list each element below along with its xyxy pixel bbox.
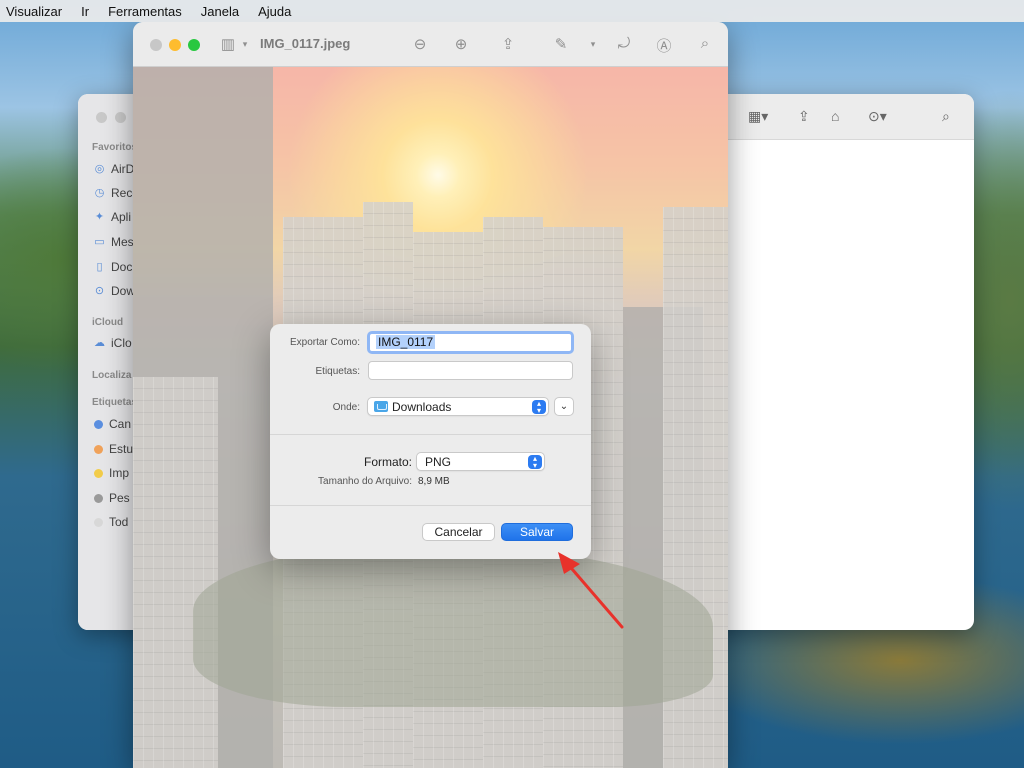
export-dialog: Exportar Como: IMG_0117 Etiquetas: Onde:… <box>270 324 591 559</box>
menu-ferramentas[interactable]: Ferramentas <box>108 4 182 19</box>
folder-icon <box>374 401 388 412</box>
where-label: Onde: <box>332 402 360 413</box>
window-controls <box>150 39 200 51</box>
search-icon[interactable]: ⌕ <box>942 108 950 125</box>
tags-label: Etiquetas: <box>315 366 360 377</box>
preview-toolbar: ▥ ▾ IMG_0117.jpeg ⊖ ⊕ ⇪ ✎ ▾ ⤾ Ⓐ ⌕ <box>133 22 728 67</box>
menu-janela[interactable]: Janela <box>201 4 239 19</box>
close-icon[interactable] <box>96 112 107 123</box>
where-dropdown[interactable]: Downloads ▴ ▾ <box>367 397 549 416</box>
tag-color-dot <box>94 444 103 454</box>
filesize-label: Tamanho do Arquivo: <box>318 476 412 487</box>
zoom-in-icon[interactable]: ⊕ <box>452 35 470 53</box>
popup-arrows-icon: ▴ ▾ <box>532 400 546 415</box>
document-icon: ▯ <box>96 260 103 273</box>
minimize-icon[interactable] <box>115 112 126 123</box>
applications-icon: ✦ <box>94 210 105 223</box>
divider <box>270 505 591 506</box>
chevron-down-icon[interactable]: ▾ <box>236 39 254 50</box>
sidebar-item-applications[interactable]: ✦ Apli <box>94 210 131 224</box>
tag-color-dot <box>94 468 103 478</box>
format-dropdown[interactable]: PNG ▴ ▾ <box>416 452 545 471</box>
cancel-button[interactable]: Cancelar <box>422 523 495 541</box>
desktop-icon: ▭ <box>94 235 105 248</box>
sidebar-item-airdrop[interactable]: ◎ AirD <box>94 162 135 176</box>
close-icon[interactable] <box>150 39 162 51</box>
where-value: Downloads <box>392 400 452 414</box>
menu-ajuda[interactable]: Ajuda <box>258 4 291 19</box>
chevron-down-icon[interactable]: ▾ <box>584 39 602 50</box>
tags-field[interactable] <box>368 361 573 380</box>
share-icon[interactable]: ⇪ <box>499 35 517 53</box>
divider <box>270 434 591 435</box>
sidebar-icon[interactable]: ▥ <box>219 35 237 53</box>
sidebar-tag-item[interactable]: Tod <box>94 515 128 529</box>
export-as-field[interactable]: IMG_0117 <box>367 331 574 354</box>
cloud-icon: ☁ <box>94 336 105 349</box>
clock-icon: ◷ <box>94 186 105 199</box>
more-actions-icon[interactable]: ⊙▾ <box>868 108 887 125</box>
zoom-icon[interactable] <box>188 39 200 51</box>
sidebar-item-downloads[interactable]: ⊙ Dow <box>94 284 135 298</box>
sidebar-section-icloud: iCloud <box>92 317 124 328</box>
download-icon: ⊙ <box>94 284 105 297</box>
menu-bar: Visualizar Ir Ferramentas Janela Ajuda <box>0 0 1024 22</box>
export-as-label: Exportar Como: <box>289 337 360 348</box>
view-options-icon[interactable]: ▦▾ <box>748 108 768 125</box>
tag-icon[interactable]: ⌂ <box>831 108 839 124</box>
menu-ir[interactable]: Ir <box>81 4 89 19</box>
rotate-icon[interactable]: ⤾ <box>615 35 633 52</box>
airdrop-icon: ◎ <box>94 162 105 175</box>
sidebar-item-icloud-drive[interactable]: ☁ iClo <box>94 336 132 350</box>
sidebar-section-locations: Localiza <box>92 370 132 381</box>
filesize-value: 8,9 MB <box>418 476 450 487</box>
search-icon[interactable]: ⌕ <box>696 35 714 52</box>
menu-visualizar[interactable]: Visualizar <box>6 4 62 19</box>
sidebar-item-desktop[interactable]: ▭ Mes <box>94 235 133 249</box>
sidebar-tag-item[interactable]: Estu <box>94 442 133 456</box>
sidebar-item-documents[interactable]: ▯ Doc <box>94 260 132 274</box>
pencil-icon[interactable]: ✎ <box>552 35 570 53</box>
tag-color-dot <box>94 517 103 527</box>
format-label: Formato: <box>363 455 412 469</box>
zoom-out-icon[interactable]: ⊖ <box>411 35 429 53</box>
share-icon[interactable]: ⇪ <box>798 108 810 125</box>
sidebar-section-favorites: Favoritos <box>92 142 138 153</box>
minimize-icon[interactable] <box>169 39 181 51</box>
expand-button[interactable]: ⌄ <box>554 397 574 416</box>
sidebar-tag-item[interactable]: Imp <box>94 466 129 480</box>
sidebar-tag-item[interactable]: Can <box>94 417 131 431</box>
markup-icon[interactable]: Ⓐ <box>655 35 673 56</box>
save-button[interactable]: Salvar <box>501 523 573 541</box>
popup-arrows-icon: ▴ ▾ <box>528 455 542 470</box>
annotation-arrow <box>558 552 624 629</box>
tag-color-dot <box>94 493 103 503</box>
sidebar-section-tags: Etiquetas <box>92 397 138 408</box>
sidebar-tag-item[interactable]: Pes <box>94 491 130 505</box>
format-value: PNG <box>425 455 452 469</box>
chevron-down-icon: ⌄ <box>559 401 569 412</box>
tag-color-dot <box>94 419 103 429</box>
export-as-value: IMG_0117 <box>376 335 436 349</box>
window-title: IMG_0117.jpeg <box>260 36 351 51</box>
